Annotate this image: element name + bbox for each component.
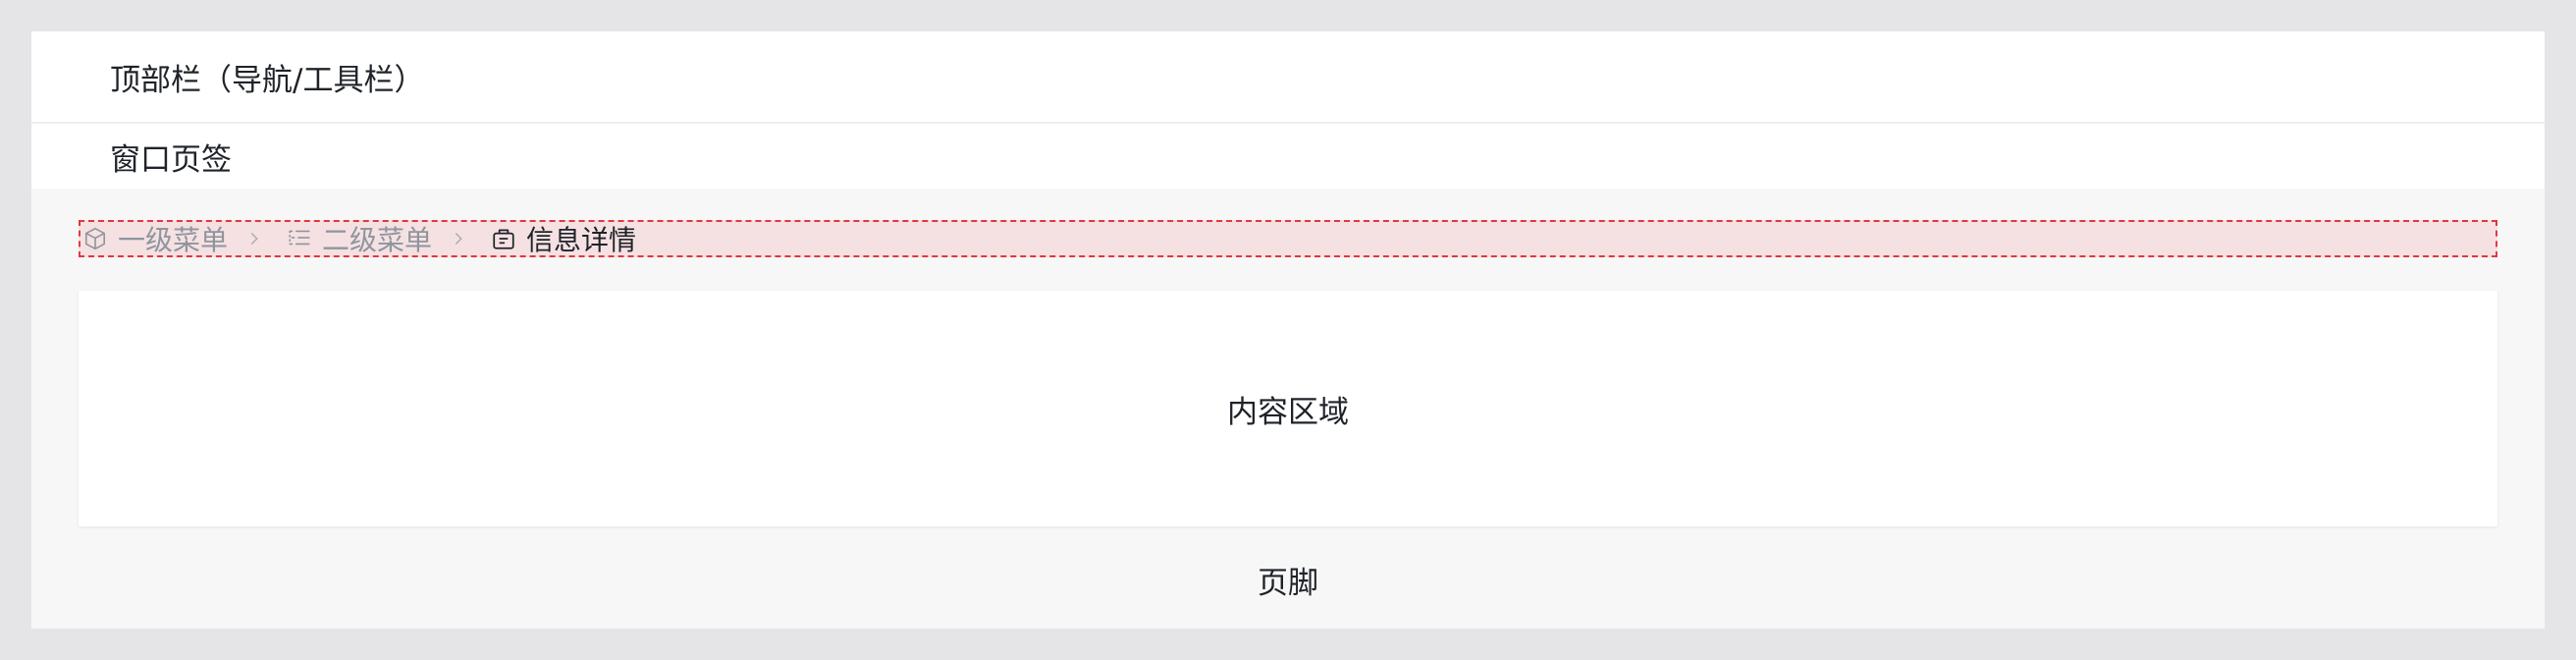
breadcrumb: 一级菜单 二级菜单 信息详情 — [79, 220, 2497, 257]
app-frame: 顶部栏（导航/工具栏） 窗口页签 一级菜单 二级菜单 信息详情 内容区域 页脚 — [31, 31, 2545, 629]
breadcrumb-label: 二级菜单 — [322, 224, 433, 256]
breadcrumb-label: 信息详情 — [526, 224, 637, 256]
list-icon — [285, 224, 314, 253]
top-bar-title: 顶部栏（导航/工具栏） — [110, 62, 425, 98]
breadcrumb-item-current: 信息详情 — [489, 222, 637, 256]
top-bar: 顶部栏（导航/工具栏） — [31, 31, 2545, 124]
content-area-label: 内容区域 — [1227, 394, 1349, 430]
cube-icon — [80, 224, 110, 253]
chevron-right-icon — [446, 226, 471, 251]
briefcase-icon — [489, 224, 518, 253]
footer-label: 页脚 — [1258, 565, 1318, 601]
chevron-right-icon — [242, 226, 267, 251]
footer: 页脚 — [31, 552, 2545, 607]
breadcrumb-item-level1[interactable]: 一级菜单 — [80, 222, 229, 256]
breadcrumb-item-level2[interactable]: 二级菜单 — [285, 222, 433, 256]
breadcrumb-label: 一级菜单 — [118, 224, 229, 256]
window-tab-bar: 窗口页签 — [31, 124, 2545, 189]
content-area: 内容区域 — [79, 291, 2497, 526]
window-tab[interactable]: 窗口页签 — [110, 135, 232, 179]
